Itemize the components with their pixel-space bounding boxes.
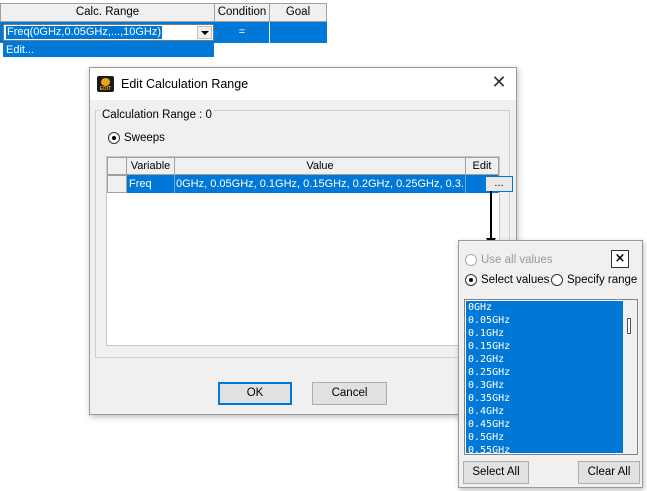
column-header-variable: Variable (126, 157, 175, 175)
select-values-radio[interactable] (465, 274, 477, 286)
select-values-label: Select values (481, 274, 550, 286)
close-icon[interactable]: × (611, 250, 629, 268)
list-item[interactable]: 0.55GHz (466, 444, 624, 453)
list-item[interactable]: 0.35GHz (466, 392, 624, 405)
column-header-goal: Goal (269, 3, 327, 22)
variable-cell[interactable]: Freq (127, 175, 175, 193)
list-item[interactable]: 0.3GHz (466, 379, 624, 392)
list-item[interactable]: 0.5GHz (466, 431, 624, 444)
dropdown-item-edit[interactable]: Edit... (3, 43, 214, 57)
ok-button[interactable]: OK (218, 382, 292, 405)
list-item[interactable]: 0.1GHz (466, 327, 624, 340)
use-all-values-label: Use all values (481, 254, 553, 266)
specify-range-radio[interactable] (551, 274, 563, 286)
calc-range-value: Freq(0GHz,0.05GHz,...,10GHz) (4, 25, 164, 40)
values-list: 0GHz 0.05GHz 0.1GHz 0.15GHz 0.2GHz 0.25G… (466, 301, 624, 453)
column-header-edit: Edit (465, 157, 499, 175)
dialog-title: Edit Calculation Range (121, 77, 249, 91)
sweeps-radio[interactable] (108, 132, 120, 144)
list-item[interactable]: 0.25GHz (466, 366, 624, 379)
list-item[interactable]: 0.2GHz (466, 353, 624, 366)
app-logo-icon (97, 76, 114, 92)
scrollbar-thumb[interactable] (627, 318, 631, 334)
condition-cell[interactable]: = (215, 22, 269, 43)
list-item[interactable]: 0GHz (466, 301, 624, 314)
list-item[interactable]: 0.15GHz (466, 340, 624, 353)
cancel-button[interactable]: Cancel (312, 382, 387, 405)
row-header-corner (107, 157, 127, 175)
value-selector-popup: × Use all values Select values Specify r… (458, 240, 643, 488)
dialog-titlebar[interactable]: Edit Calculation Range ✕ (90, 68, 516, 100)
sweeps-table: Variable Value Edit Freq 0GHz, 0.05GHz, … (106, 156, 513, 346)
value-cell[interactable]: 0GHz, 0.05GHz, 0.1GHz, 0.15GHz, 0.2GHz, … (175, 175, 466, 193)
column-header-calc-range: Calc. Range (0, 3, 215, 22)
select-all-button[interactable]: Select All (463, 461, 529, 484)
list-item[interactable]: 0.4GHz (466, 405, 624, 418)
column-header-condition: Condition (214, 3, 270, 22)
values-scrollbar[interactable] (623, 300, 637, 454)
calc-range-combo[interactable]: Freq(0GHz,0.05GHz,...,10GHz) (3, 24, 214, 41)
close-icon[interactable]: ✕ (488, 73, 510, 95)
calc-range-grid: Calc. Range Condition Goal = Freq(0GHz,0… (0, 0, 327, 68)
row-header[interactable] (107, 175, 127, 193)
list-item[interactable]: 0.05GHz (466, 314, 624, 327)
chevron-down-icon[interactable] (197, 26, 212, 39)
connector-line (490, 191, 492, 241)
clear-all-button[interactable]: Clear All (578, 461, 640, 484)
list-item[interactable]: 0.45GHz (466, 418, 624, 431)
edit-calculation-range-dialog: Edit Calculation Range ✕ Calculation Ran… (89, 67, 517, 415)
sweeps-label: Sweeps (124, 132, 165, 144)
use-all-values-radio[interactable] (465, 254, 477, 266)
column-header-value: Value (174, 157, 466, 175)
goal-cell[interactable] (270, 22, 327, 43)
edit-values-button[interactable]: ... (485, 176, 513, 192)
values-listbox[interactable]: 0GHz 0.05GHz 0.1GHz 0.15GHz 0.2GHz 0.25G… (464, 299, 638, 455)
specify-range-label: Specify range (567, 274, 638, 286)
calculation-range-label: Calculation Range : 0 (100, 109, 214, 121)
